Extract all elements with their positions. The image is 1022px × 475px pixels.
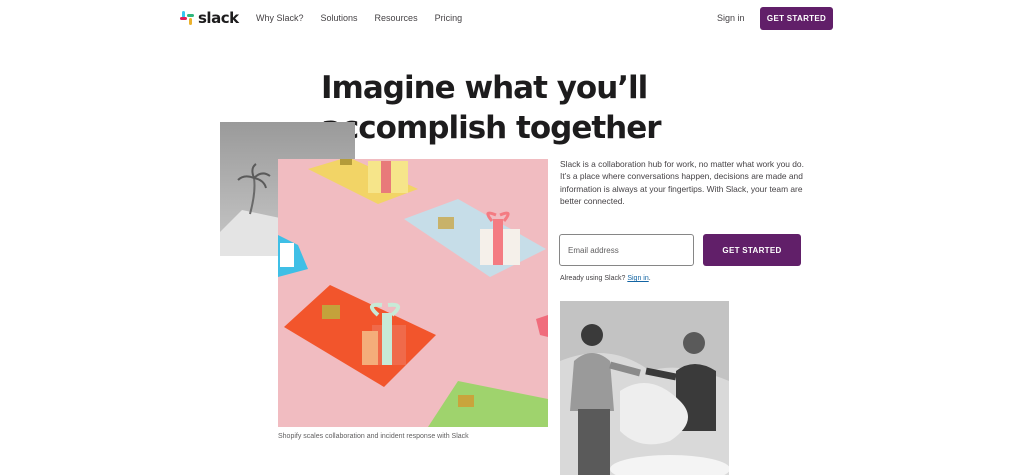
nav-link-resources[interactable]: Resources: [375, 13, 418, 23]
hero-title: Imagine what you’ll accomplish together: [321, 68, 721, 148]
slack-logo[interactable]: slack: [180, 9, 239, 27]
nav-links: Why Slack? Solutions Resources Pricing: [256, 13, 462, 23]
logo-wordmark: slack: [198, 9, 239, 27]
gift-cards-photo: [278, 159, 548, 427]
email-input[interactable]: [559, 234, 694, 266]
hero-get-started-button[interactable]: GET STARTED: [703, 234, 801, 266]
hero-title-line1: Imagine what you’ll: [321, 70, 648, 106]
photo-caption: Shopify scales collaboration and inciden…: [278, 433, 469, 440]
nav-get-started-button[interactable]: GET STARTED: [760, 7, 833, 30]
hero-description: Slack is a collaboration hub for work, n…: [560, 159, 804, 207]
slack-logo-icon: [180, 11, 194, 25]
nav-link-pricing[interactable]: Pricing: [435, 13, 463, 23]
team-collaboration-photo: [560, 301, 729, 475]
already-using-text: Already using Slack? Sign in.: [560, 275, 651, 282]
nav-sign-in-link[interactable]: Sign in: [717, 13, 745, 23]
nav-link-why-slack[interactable]: Why Slack?: [256, 13, 304, 23]
nav-link-solutions[interactable]: Solutions: [321, 13, 358, 23]
already-using-suffix: .: [648, 275, 651, 282]
already-using-label: Already using Slack?: [560, 275, 626, 282]
hero-sign-in-link[interactable]: Sign in: [627, 275, 648, 282]
hero-title-line2: accomplish together: [321, 110, 662, 146]
top-nav: slack Why Slack? Solutions Resources Pri…: [0, 0, 1022, 36]
